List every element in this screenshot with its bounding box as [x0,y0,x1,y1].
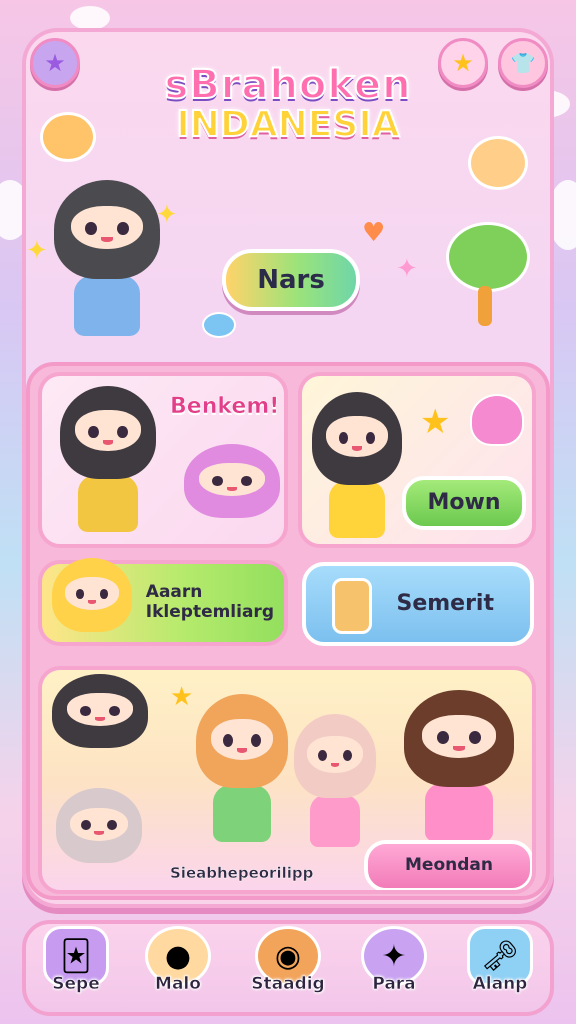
aaarn-card-line1: Aaarn [145,582,203,603]
profile-star-button[interactable]: ★ [30,38,80,88]
character-card-benkem[interactable]: Benkem! [38,372,288,548]
hero-character [54,180,160,340]
meondan-button[interactable]: Meondan [364,840,532,890]
tree-mascot [446,222,530,292]
dock-label: Alanp [472,974,528,995]
nars-button[interactable]: Nars [222,249,360,311]
dock-item-para[interactable]: ✦ Para [352,926,436,1006]
aaarn-card-line2: Ikleptemliarg [145,602,274,622]
heart-icon: ♥ [362,218,386,248]
aaarn-card-text: Aaarn Ikleptemliarg [146,583,274,622]
cat-sticker [40,112,96,162]
shirt-icon: 👕 [510,51,536,75]
star-icon: ★ [44,49,66,77]
blob-critter [202,312,236,338]
dock-label: Staadig [251,974,325,995]
game-logo: sBrahoken INDANESIA [128,61,448,146]
dock-item-malo[interactable]: ● Malo [136,926,220,1006]
card-caption: Benkem! [170,394,280,420]
squad-caption-left: Sieabhepeorilipp [170,864,314,882]
sparkle-icon: ✦ [396,254,418,284]
character-card-mown[interactable]: ★ Mown [298,372,536,548]
dock-label: Malo [155,974,201,995]
outfit-shirt-button[interactable]: 👕 [498,38,548,88]
dock-label: Para [372,974,416,995]
dock-label: Sepe [52,974,100,995]
background-cloud [70,6,110,30]
star-icon: ★ [452,49,474,77]
logo-title-line2: INDANESIA [175,103,400,146]
dock-item-sepe[interactable]: 🃏 Sepe [34,926,118,1006]
potion-icon [332,578,372,634]
semerit-label: Semerit [396,591,494,617]
tree-trunk [478,286,492,326]
ghost-critter [470,394,524,446]
star-icon: ★ [420,402,451,442]
semerit-button[interactable]: Semerit [302,562,534,646]
star-icon: ★ [170,682,194,712]
sparkle-icon: ✦ [26,236,48,266]
dock-item-staadig[interactable]: ◉ Staadig [246,926,330,1006]
squad-card[interactable]: ★ Sieabhepeorilipp Meondan [38,666,536,894]
dock-item-alanp[interactable]: 🗝 Alanp [458,926,542,1006]
logo-title-line1: sBrahoken [163,61,412,109]
aaarn-card-button[interactable]: Aaarn Ikleptemliarg [38,558,288,646]
mown-button[interactable]: Mown [402,476,526,530]
cat-sticker [468,136,528,190]
